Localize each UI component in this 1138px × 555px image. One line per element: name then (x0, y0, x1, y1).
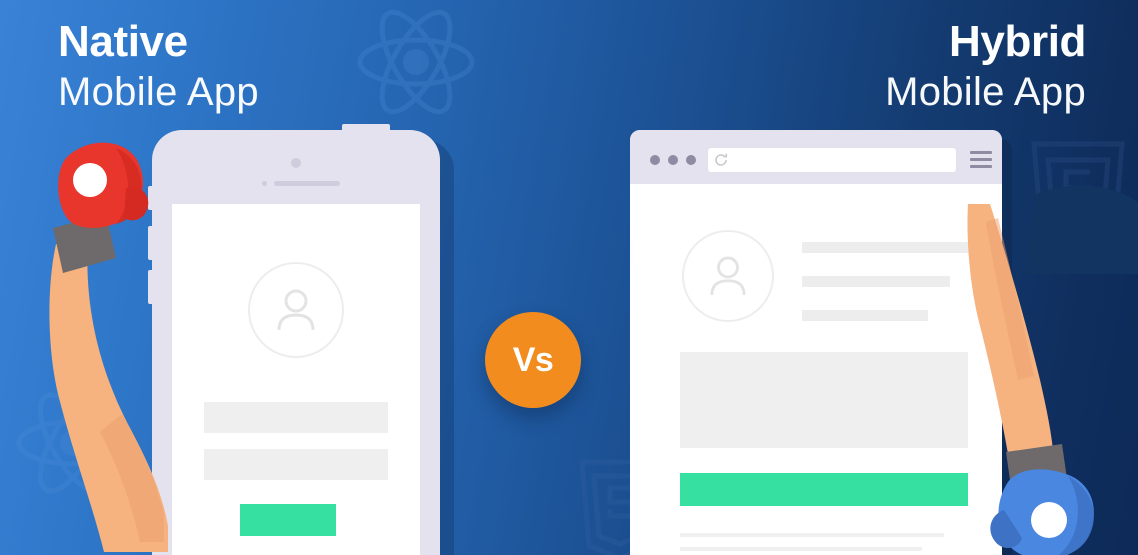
right-title-strong: Hybrid (949, 17, 1086, 66)
avatar (248, 262, 344, 358)
vs-badge: Vs (485, 312, 581, 408)
right-title-block: Hybrid Mobile App (885, 16, 1086, 116)
glove-emblem (73, 163, 107, 197)
user-icon (277, 289, 315, 331)
vs-label: Vs (512, 340, 554, 379)
react-atom-icon (352, 2, 480, 122)
browser-chrome-bar (630, 130, 1002, 184)
text-line-3 (802, 310, 928, 321)
primary-action-button[interactable] (240, 504, 336, 536)
hero-image-placeholder (680, 352, 968, 448)
phone-speaker-grill (274, 181, 340, 186)
footer-line-1 (680, 533, 944, 537)
hybrid-browser-mockup (630, 130, 1002, 555)
text-line-1 (802, 242, 972, 253)
input-placeholder-1[interactable] (204, 402, 388, 433)
left-title-strong: Native (58, 17, 188, 66)
menu-line (970, 151, 992, 154)
browser-traffic-dot[interactable] (668, 155, 678, 165)
hamburger-menu-icon[interactable] (970, 151, 992, 168)
menu-line (970, 157, 992, 161)
avatar (682, 230, 774, 322)
url-input[interactable] (708, 148, 956, 172)
hero-banner: Native Mobile App Hybrid Mobile App Vs (0, 0, 1138, 555)
text-line-2 (802, 276, 950, 287)
browser-traffic-dot[interactable] (650, 155, 660, 165)
browser-traffic-dot[interactable] (686, 155, 696, 165)
reload-icon[interactable] (714, 153, 728, 167)
red-boxing-glove (44, 132, 176, 552)
native-phone-mockup (148, 124, 440, 555)
blue-boxing-glove (967, 185, 1138, 555)
menu-line (970, 164, 992, 168)
right-title-light: Mobile App (885, 70, 1086, 114)
phone-sensor-icon (262, 181, 267, 186)
left-title-block: Native Mobile App (58, 16, 259, 116)
phone-screen (172, 204, 420, 555)
phone-top-notch (342, 124, 390, 134)
glove-emblem (1031, 502, 1067, 538)
phone-camera-icon (291, 158, 301, 168)
primary-action-button[interactable] (680, 473, 968, 506)
input-placeholder-2[interactable] (204, 449, 388, 480)
left-title-light: Mobile App (58, 70, 259, 114)
footer-line-2 (680, 547, 922, 551)
user-icon (710, 256, 746, 296)
